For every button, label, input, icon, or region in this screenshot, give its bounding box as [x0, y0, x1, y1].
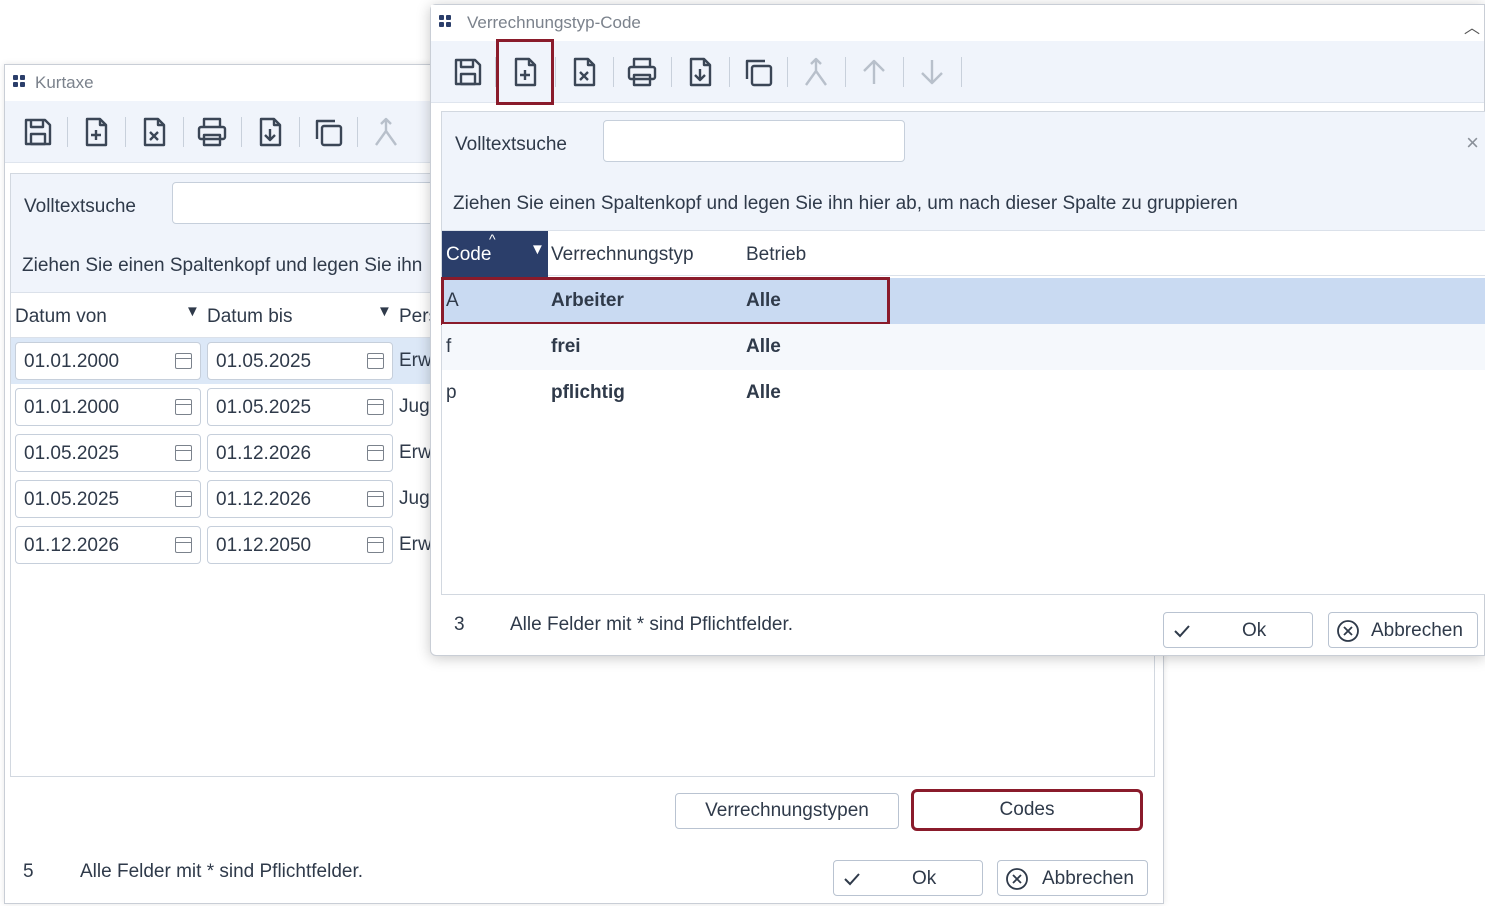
datum-von-field[interactable]: 01.12.2026	[15, 526, 201, 564]
col-betrieb[interactable]: Betrieb	[746, 244, 806, 266]
new-document-icon[interactable]	[496, 39, 554, 105]
arrow-up-icon	[853, 51, 895, 93]
calendar-icon[interactable]	[175, 537, 192, 553]
code-cell: A	[446, 290, 459, 311]
datum-von-field[interactable]: 01.05.2025	[15, 480, 201, 518]
verrechnungstypen-button[interactable]: Verrechnungstypen	[675, 793, 899, 829]
save-icon[interactable]	[447, 51, 489, 93]
clear-search-icon[interactable]: ×	[1466, 130, 1479, 156]
copy-icon[interactable]	[737, 51, 779, 93]
datum-von-field[interactable]: 01.01.2000	[15, 388, 201, 426]
datum-von-field[interactable]: 01.05.2025	[15, 434, 201, 472]
merge-icon	[795, 51, 837, 93]
required-note: Alle Felder mit * sind Pflichtfelder.	[80, 861, 364, 882]
col-datum-von[interactable]: Datum von	[15, 306, 107, 328]
copy-icon[interactable]	[307, 111, 349, 153]
cancel-circle-icon	[1337, 620, 1359, 642]
cancel-circle-icon	[1006, 868, 1028, 890]
datum-bis-field[interactable]: 01.12.2026	[207, 480, 393, 518]
cancel-button[interactable]: Abbrechen	[1328, 612, 1478, 648]
search-input[interactable]	[603, 120, 905, 162]
code-titlebar: Verrechnungstyp-Code ︿	[431, 5, 1484, 39]
app-grid-icon	[439, 15, 452, 28]
calendar-icon[interactable]	[367, 537, 384, 553]
person-cell: Erw	[399, 350, 432, 371]
datum-bis-field[interactable]: 01.12.2026	[207, 434, 393, 472]
person-cell: Erw	[399, 534, 432, 555]
search-label: Volltextsuche	[24, 196, 136, 217]
record-count: 5	[23, 861, 34, 882]
print-icon[interactable]	[621, 51, 663, 93]
export-icon[interactable]	[679, 51, 721, 93]
filter-icon[interactable]: ▼	[530, 241, 545, 258]
calendar-icon[interactable]	[367, 353, 384, 369]
filter-icon[interactable]: ▼	[185, 303, 200, 320]
arrow-down-icon	[911, 51, 953, 93]
table-row-selected[interactable]: A Arbeiter Alle	[441, 277, 1485, 325]
ok-button[interactable]: Ok	[833, 860, 983, 896]
export-icon[interactable]	[249, 111, 291, 153]
typ-cell: Arbeiter	[551, 290, 624, 311]
calendar-icon[interactable]	[175, 399, 192, 415]
typ-cell: frei	[551, 336, 581, 357]
filter-icon[interactable]: ▼	[377, 303, 392, 320]
verrechnungstyp-code-window: Verrechnungstyp-Code ︿ Volltextsuche × Z…	[430, 4, 1485, 656]
code-search-area: Volltextsuche × Ziehen Sie einen Spalten…	[442, 112, 1485, 230]
betrieb-cell: Alle	[746, 382, 781, 403]
calendar-icon[interactable]	[367, 445, 384, 461]
record-count: 3	[454, 614, 465, 635]
col-code: Code	[446, 244, 492, 265]
col-code-sorted[interactable]: Code ^ ▼	[442, 231, 548, 277]
col-datum-bis[interactable]: Datum bis	[207, 306, 293, 328]
search-label: Volltextsuche	[455, 134, 567, 155]
group-hint: Ziehen Sie einen Spaltenkopf und legen S…	[22, 255, 423, 276]
col-verrechnungstyp[interactable]: Verrechnungstyp	[551, 244, 694, 266]
calendar-icon[interactable]	[175, 353, 192, 369]
check-icon	[1174, 625, 1190, 638]
calendar-icon[interactable]	[175, 491, 192, 507]
betrieb-cell: Alle	[746, 336, 781, 357]
code-toolbar	[431, 39, 1484, 105]
save-icon[interactable]	[17, 111, 59, 153]
person-cell: Erw	[399, 442, 432, 463]
code-grid-header: Code ^ ▼ Verrechnungstyp Betrieb	[442, 230, 1485, 277]
print-icon[interactable]	[191, 111, 233, 153]
merge-icon	[365, 111, 407, 153]
codes-button[interactable]: Codes	[911, 789, 1143, 831]
required-note: Alle Felder mit * sind Pflichtfelder.	[510, 614, 794, 635]
table-row[interactable]: f frei Alle	[442, 324, 1485, 370]
calendar-icon[interactable]	[175, 445, 192, 461]
datum-bis-field[interactable]: 01.05.2025	[207, 342, 393, 380]
betrieb-cell: Alle	[746, 290, 781, 311]
row-highlight	[441, 277, 890, 325]
new-document-icon[interactable]	[75, 111, 117, 153]
table-row[interactable]: p pflichtig Alle	[442, 370, 1485, 416]
cancel-button[interactable]: Abbrechen	[997, 860, 1148, 896]
kurtaxe-title: Kurtaxe	[35, 73, 94, 92]
code-cell: p	[446, 382, 457, 403]
chevron-up-icon[interactable]: ︿	[1464, 14, 1480, 38]
code-cell: f	[446, 336, 452, 357]
delete-document-icon[interactable]	[563, 51, 605, 93]
datum-bis-field[interactable]: 01.12.2050	[207, 526, 393, 564]
calendar-icon[interactable]	[367, 491, 384, 507]
code-panel: Volltextsuche × Ziehen Sie einen Spalten…	[441, 111, 1485, 595]
ok-button[interactable]: Ok	[1163, 612, 1313, 648]
typ-cell: pflichtig	[551, 382, 625, 403]
datum-bis-field[interactable]: 01.05.2025	[207, 388, 393, 426]
group-hint: Ziehen Sie einen Spaltenkopf und legen S…	[453, 193, 1238, 214]
calendar-icon[interactable]	[367, 399, 384, 415]
code-title: Verrechnungstyp-Code	[467, 13, 641, 32]
sort-asc-icon: ^	[489, 231, 496, 247]
check-icon	[844, 873, 860, 886]
datum-von-field[interactable]: 01.01.2000	[15, 342, 201, 380]
app-grid-icon	[13, 75, 26, 88]
delete-document-icon[interactable]	[133, 111, 175, 153]
